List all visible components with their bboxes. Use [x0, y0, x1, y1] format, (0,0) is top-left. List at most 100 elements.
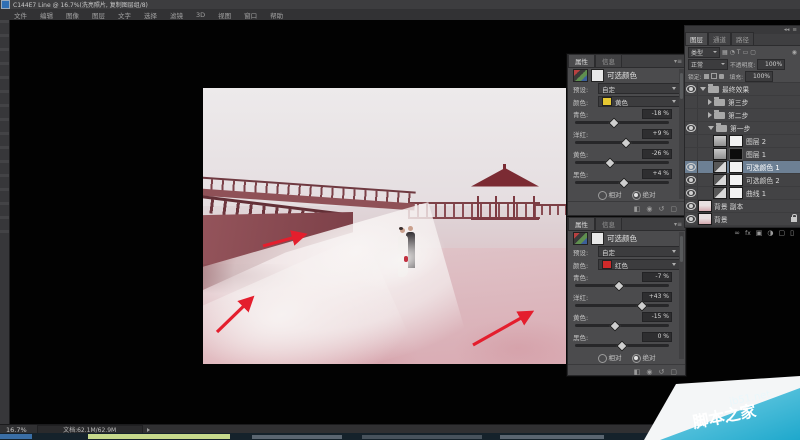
absolute-radio[interactable]: 绝对: [632, 352, 656, 363]
menu-item-select[interactable]: 选择: [144, 10, 157, 20]
adjustment-layer-icon[interactable]: [713, 174, 727, 186]
lock-pixels-icon[interactable]: [711, 73, 717, 79]
menu-item-layer[interactable]: 图层: [92, 10, 105, 20]
layer-visibility-toggle[interactable]: [685, 161, 698, 173]
menu-item-type[interactable]: 文字: [118, 10, 131, 20]
layer-visibility-toggle[interactable]: [685, 109, 698, 121]
clip-to-layer-icon[interactable]: ◧: [634, 368, 641, 376]
black-value-field[interactable]: 0 %: [642, 332, 672, 342]
expand-arrow-icon[interactable]: [708, 99, 712, 105]
layer-row-group-step2[interactable]: 第二步: [685, 109, 800, 122]
menu-item-filter[interactable]: 滤镜: [170, 10, 183, 20]
cyan-value-field[interactable]: -18 %: [642, 109, 672, 119]
cyan-slider-track[interactable]: [575, 121, 669, 124]
visibility-icon[interactable]: ◉: [646, 368, 652, 376]
layer-style-icon[interactable]: fx: [745, 230, 751, 237]
delete-adjustment-icon[interactable]: ▢: [670, 205, 677, 213]
layer-row-group-step1[interactable]: 第一步: [685, 122, 800, 135]
status-options-arrow-icon[interactable]: [147, 428, 150, 432]
filter-adjustment-icon[interactable]: ◔: [730, 49, 735, 56]
filter-pixel-icon[interactable]: ▦: [722, 49, 728, 56]
filter-shape-icon[interactable]: ▭: [743, 49, 749, 56]
fill-field[interactable]: 100%: [745, 71, 773, 82]
tab-channels[interactable]: 通道: [708, 32, 731, 45]
layer-row-layer2[interactable]: 图层 2: [685, 135, 800, 148]
layer-thumbnail[interactable]: [713, 135, 727, 147]
expand-arrow-icon[interactable]: [708, 126, 714, 130]
add-mask-icon[interactable]: ▣: [756, 229, 763, 237]
new-group-icon[interactable]: ▢: [779, 229, 786, 237]
layer-visibility-toggle[interactable]: [685, 213, 698, 225]
magenta-slider-track[interactable]: [575, 304, 669, 307]
expand-arrow-icon[interactable]: [708, 112, 712, 118]
reset-icon[interactable]: ↺: [659, 368, 665, 376]
delete-adjustment-icon[interactable]: ▢: [670, 368, 677, 376]
yellow-value-field[interactable]: -26 %: [642, 149, 672, 159]
black-value-field[interactable]: +4 %: [642, 169, 672, 179]
filter-toggle-icon[interactable]: ◉: [792, 49, 797, 56]
menu-item-view[interactable]: 视图: [218, 10, 231, 20]
opacity-field[interactable]: 100%: [757, 59, 785, 70]
photo-canvas[interactable]: [203, 88, 566, 364]
layer-row-curves-1[interactable]: 曲线 1: [685, 187, 800, 200]
panel-scrollbar[interactable]: [679, 232, 684, 359]
tab-info[interactable]: 信息: [595, 217, 622, 230]
preset-dropdown[interactable]: 自定: [598, 83, 680, 94]
reset-icon[interactable]: ↺: [659, 205, 665, 213]
adjustment-layer-icon[interactable]: [713, 187, 727, 199]
layer-row-group-final[interactable]: 最终效果: [685, 83, 800, 96]
filter-smartobject-icon[interactable]: ▢: [750, 49, 756, 56]
menu-item-3d[interactable]: 3D: [196, 11, 205, 19]
layer-row-selective-color-1[interactable]: 可选颜色 1: [685, 161, 800, 174]
adjustment-layer-icon[interactable]: [713, 161, 727, 173]
black-slider-track[interactable]: [575, 344, 669, 347]
clip-to-layer-icon[interactable]: ◧: [634, 205, 641, 213]
menu-item-help[interactable]: 帮助: [270, 10, 283, 20]
tab-layers[interactable]: 图层: [685, 32, 708, 45]
layer-row-background[interactable]: 背景: [685, 213, 800, 226]
link-layers-icon[interactable]: ∞: [734, 229, 740, 237]
yellow-value-field[interactable]: -15 %: [642, 312, 672, 322]
relative-radio[interactable]: 相对: [598, 352, 622, 363]
color-dropdown[interactable]: 黄色: [598, 96, 680, 107]
tab-paths[interactable]: 路径: [731, 32, 754, 45]
layer-row-selective-color-2[interactable]: 可选颜色 2: [685, 174, 800, 187]
yellow-slider-track[interactable]: [575, 161, 669, 164]
tab-properties[interactable]: 属性: [568, 217, 595, 230]
filter-kind-dropdown[interactable]: 类型: [688, 47, 720, 58]
color-dropdown[interactable]: 红色: [598, 259, 680, 270]
layer-row-background-copy[interactable]: 背景 副本: [685, 200, 800, 213]
tab-properties[interactable]: 属性: [568, 54, 595, 67]
cyan-slider-track[interactable]: [575, 284, 669, 287]
panel-menu-icon[interactable]: ≡: [792, 27, 797, 33]
layer-mask-thumbnail[interactable]: [729, 161, 743, 173]
collapse-panels-icon[interactable]: ◂◂: [784, 27, 790, 33]
layer-visibility-toggle[interactable]: [685, 174, 698, 186]
layer-visibility-toggle[interactable]: [685, 122, 698, 134]
layer-visibility-toggle[interactable]: [685, 200, 698, 212]
layer-thumbnail[interactable]: [698, 200, 712, 212]
new-adjustment-icon[interactable]: ◑: [767, 229, 773, 237]
menu-item-window[interactable]: 窗口: [244, 10, 257, 20]
magenta-value-field[interactable]: +43 %: [642, 292, 672, 302]
layer-visibility-toggle[interactable]: [685, 148, 698, 160]
menu-item-file[interactable]: 文件: [14, 10, 27, 20]
magenta-slider-track[interactable]: [575, 141, 669, 144]
layer-mask-icon[interactable]: [591, 232, 604, 245]
layer-row-layer1[interactable]: 图层 1: [685, 148, 800, 161]
black-slider-track[interactable]: [575, 181, 669, 184]
menu-item-edit[interactable]: 编辑: [40, 10, 53, 20]
menu-item-image[interactable]: 图像: [66, 10, 79, 20]
layer-mask-icon[interactable]: [591, 69, 604, 82]
layer-mask-thumbnail[interactable]: [729, 135, 743, 147]
layer-visibility-toggle[interactable]: [685, 96, 698, 108]
relative-radio[interactable]: 相对: [598, 189, 622, 200]
layer-mask-thumbnail[interactable]: [729, 174, 743, 186]
magenta-value-field[interactable]: +9 %: [642, 129, 672, 139]
delete-layer-icon[interactable]: ▯: [790, 229, 794, 237]
layer-visibility-toggle[interactable]: [685, 187, 698, 199]
tools-strip[interactable]: [0, 20, 10, 424]
cyan-value-field[interactable]: -7 %: [642, 272, 672, 282]
absolute-radio[interactable]: 绝对: [632, 189, 656, 200]
layer-row-group-step3[interactable]: 第三步: [685, 96, 800, 109]
